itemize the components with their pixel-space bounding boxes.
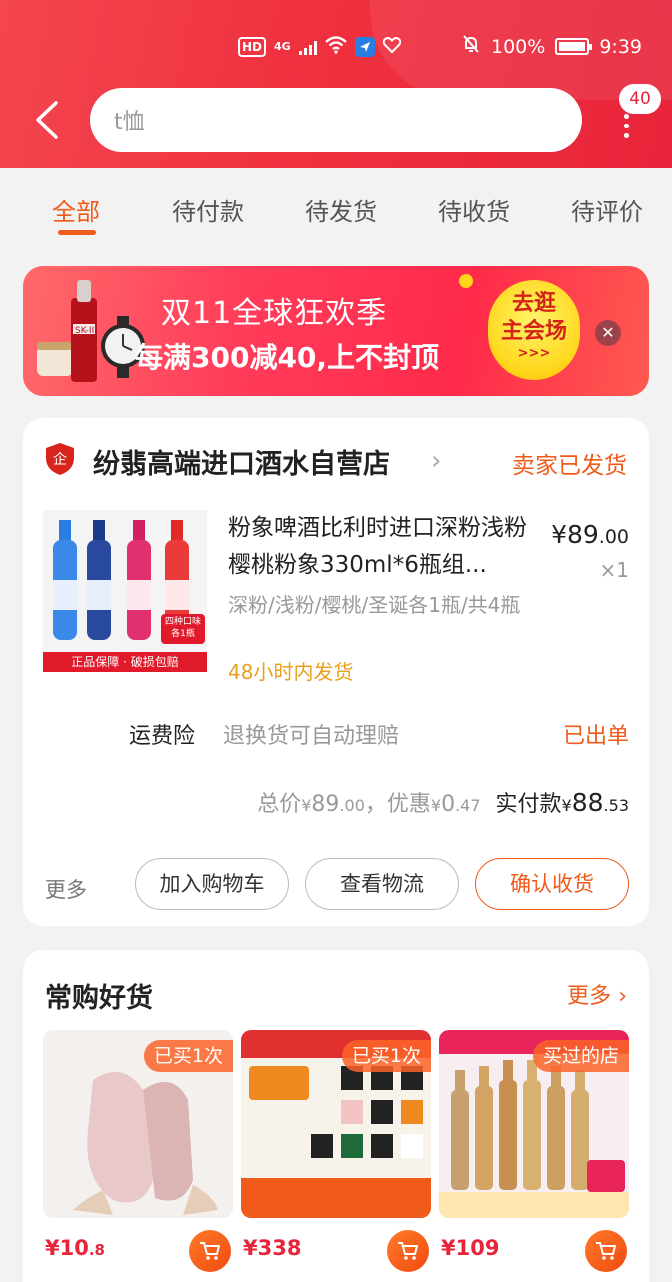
tab-all[interactable]: 全部	[52, 192, 100, 227]
banner-title: 双11全球狂欢季	[161, 296, 388, 331]
banner-cta-button[interactable]: 去逛 主会场 >>>	[488, 280, 580, 380]
product-price: ¥338	[243, 1236, 301, 1260]
banner-subtitle: 每满300减40,上不封顶	[135, 341, 440, 374]
total-integer: 89	[311, 792, 340, 817]
thumbnail-guarantee-strip: 正品保障 · 破损包赔	[43, 652, 207, 672]
order-status: 卖家已发货	[512, 453, 627, 479]
product-card[interactable]: 买过的店 ¥109	[439, 1030, 629, 1280]
clock: 9:39	[599, 35, 642, 58]
product-card[interactable]: 已买1次 ¥338	[241, 1030, 431, 1280]
message-badge: 40	[619, 84, 661, 114]
status-left: HD 4G	[238, 36, 401, 58]
chevron-right-icon[interactable]: ›	[431, 446, 441, 476]
purchase-count-badge: 已买1次	[341, 1040, 431, 1072]
chevron-left-icon	[36, 101, 58, 139]
search-input[interactable]	[90, 88, 582, 152]
cart-icon[interactable]	[585, 1230, 627, 1272]
order-totals: 总价¥89.00，优惠¥0.47 实付款¥88.53	[257, 786, 629, 818]
more-actions-button[interactable]: 更多	[45, 874, 87, 904]
product-price: ¥89.00	[551, 520, 629, 549]
order-tabs: 全部 待付款 待发货 待收货 待评价	[0, 168, 672, 250]
tab-to-pay[interactable]: 待付款	[172, 192, 244, 227]
price-integer: ¥10	[45, 1236, 89, 1260]
product-price: ¥109	[441, 1236, 499, 1260]
network-type: 4G	[274, 40, 291, 53]
discount-decimal: .47	[455, 796, 481, 815]
discount-integer: 0	[441, 792, 456, 817]
paid-decimal: .53	[603, 796, 629, 815]
view-logistics-button[interactable]: 查看物流	[305, 858, 459, 910]
battery-icon	[555, 38, 593, 55]
cart-icon[interactable]	[189, 1230, 231, 1272]
insurance-desc: 退换货可自动理赔	[223, 724, 400, 749]
banner-products-image: SK-II	[31, 276, 151, 391]
back-button[interactable]	[32, 100, 66, 144]
tab-to-ship[interactable]: 待发货	[305, 192, 377, 227]
active-tab-indicator	[58, 230, 96, 235]
insurance-status: 已出单	[562, 724, 629, 749]
insurance-label: 运费险	[129, 724, 196, 749]
frequent-goods-section: 常购好货 更多 › 已买1次 ¥10.8 已买1次 ¥338 买过的店 ¥109	[23, 950, 649, 1282]
banner-decoration	[459, 274, 473, 288]
status-right: 100% 9:39	[461, 34, 642, 59]
order-card: 企 纷翡高端进口酒水自营店 › 卖家已发货 四种口味各1瓶 正品保障 · 破损包…	[23, 418, 649, 926]
mute-icon	[461, 34, 481, 59]
more-menu-icon[interactable]	[620, 114, 632, 139]
more-link[interactable]: 更多 ›	[567, 978, 627, 1010]
shop-icon: 企	[45, 442, 75, 476]
wifi-icon	[324, 36, 347, 58]
product-spec: 深粉/浅粉/樱桃/圣诞各1瓶/共4瓶	[228, 593, 521, 617]
section-title: 常购好货	[45, 983, 153, 1014]
banner-cta-line2: 主会场	[500, 319, 567, 344]
header: HD 4G 100% 9:39 t恤 40	[0, 0, 672, 168]
product-price: ¥10.8	[45, 1236, 105, 1260]
price-integer: ¥338	[243, 1236, 302, 1260]
product-title[interactable]: 粉象啤酒比利时进口深粉浅粉樱桃粉象330ml*6瓶组...	[228, 510, 538, 584]
svg-text:企: 企	[53, 451, 67, 468]
status-bar: HD 4G 100% 9:39	[0, 30, 672, 68]
promo-banner[interactable]: SK-II 双11全球狂欢季 每满300减40,上不封顶 去逛 主会场 >>> …	[23, 266, 649, 396]
thumbnail-tag: 四种口味各1瓶	[164, 617, 201, 639]
chevron-right-icon: ›	[618, 984, 627, 1009]
paid-integer: 88	[571, 788, 604, 817]
shipping-promise: 48小时内发货	[228, 660, 354, 684]
product-thumbnail[interactable]: 四种口味各1瓶 正品保障 · 破损包赔	[43, 510, 207, 672]
cart-icon[interactable]	[387, 1230, 429, 1272]
shop-name[interactable]: 纷翡高端进口酒水自营店	[93, 442, 390, 481]
more-link-label: 更多	[567, 984, 612, 1009]
product-card[interactable]: 已买1次 ¥10.8	[43, 1030, 233, 1280]
total-label: 总价	[257, 792, 302, 817]
price-decimal: .8	[88, 1241, 105, 1259]
banner-brand-text: SK-II	[75, 326, 95, 336]
search-bar[interactable]	[90, 88, 582, 152]
product-quantity: ×1	[599, 558, 629, 582]
heart-icon	[382, 37, 401, 57]
currency-symbol: ¥	[561, 796, 572, 815]
banner-cta-line1: 去逛	[511, 291, 556, 316]
add-to-cart-button[interactable]: 加入购物车	[135, 858, 289, 910]
tab-to-receive[interactable]: 待收货	[438, 192, 510, 227]
signal-icon	[298, 39, 317, 55]
confirm-receipt-button[interactable]: 确认收货	[475, 858, 629, 910]
price-integer: ¥89	[551, 520, 599, 549]
currency-symbol: ¥	[430, 796, 442, 815]
purchase-count-badge: 已买1次	[143, 1040, 233, 1072]
total-decimal: .00	[339, 796, 365, 815]
discount-label: ，优惠	[364, 792, 431, 817]
banner-cta-arrows: >>>	[517, 346, 551, 361]
paid-label: 实付款	[495, 792, 562, 817]
price-integer: ¥109	[441, 1236, 500, 1260]
currency-symbol: ¥	[301, 796, 312, 815]
tab-to-review[interactable]: 待评价	[571, 192, 643, 227]
price-decimal: .00	[598, 526, 629, 548]
battery-percent: 100%	[491, 35, 546, 58]
purchase-count-badge: 买过的店	[532, 1040, 629, 1072]
banner-close-icon[interactable]: ✕	[595, 320, 621, 346]
app-notification-icon	[354, 37, 375, 57]
hd-indicator: HD	[238, 37, 267, 57]
